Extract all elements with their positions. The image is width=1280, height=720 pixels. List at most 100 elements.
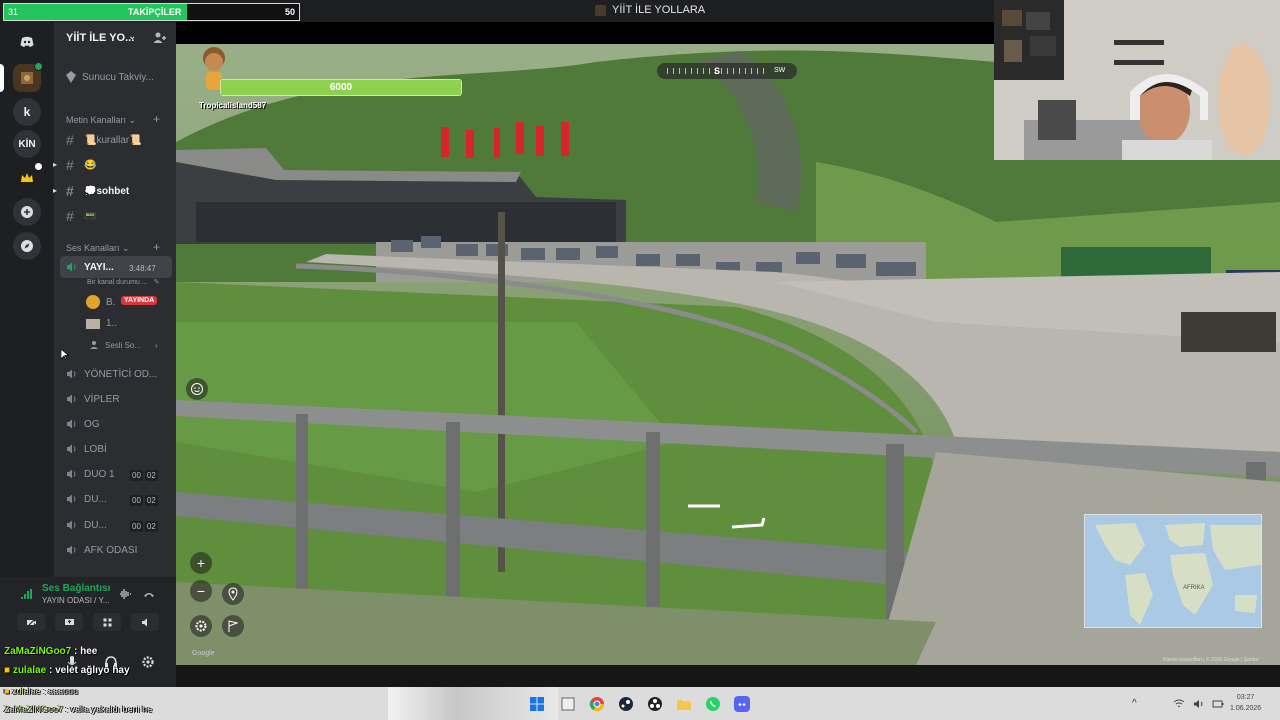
signal-icon[interactable] [20, 587, 34, 601]
server-name[interactable]: YİİT İLE YO... [66, 32, 134, 44]
voice-channel-item[interactable]: DU... [66, 519, 107, 531]
server-kin-button[interactable]: KİN [13, 130, 41, 158]
window-title-text: YİİT İLE YOLLARA [612, 4, 706, 16]
voice-channel-label: OG [84, 418, 100, 430]
explore-button[interactable] [13, 232, 41, 260]
windows-start-icon[interactable] [529, 696, 545, 712]
voice-channel-label: LOBİ [84, 443, 107, 455]
voice-user-2[interactable]: 1.. [86, 318, 117, 329]
player-name: Tropicalisland587 [199, 101, 267, 110]
follower-current: 31 [8, 7, 19, 17]
server-avatar-button[interactable] [13, 62, 43, 92]
discord-taskbar-icon[interactable] [734, 696, 750, 712]
hash-icon: # [66, 157, 74, 173]
zoom-in-button[interactable]: + [190, 552, 212, 574]
location-button[interactable] [222, 583, 244, 605]
chevron-down-icon[interactable]: ⌄ [128, 31, 136, 42]
battery-icon[interactable] [1212, 699, 1224, 709]
voice-user-name: 1.. [106, 318, 118, 329]
voice-connected-channel[interactable]: YAYIN ODASI / Y... [42, 596, 109, 605]
settings-button[interactable] [190, 615, 212, 637]
channel-item-emoji[interactable]: # 😂 [66, 157, 96, 173]
channel-sidebar: YİİT İLE YO... ⌄ Sunucu Takviy... Metin … [53, 22, 176, 577]
channel-item-rules[interactable]: # 📜kurallar📜 [66, 132, 142, 148]
voice-channel-active[interactable]: YAYI... [66, 261, 114, 273]
activities-button[interactable] [93, 613, 121, 631]
voice-channel-item[interactable]: YÖNETİCİ OD... [66, 368, 157, 380]
zoom-out-button[interactable]: − [190, 580, 212, 602]
crown-server-button[interactable] [13, 162, 43, 192]
voice-channel-label: YÖNETİCİ OD... [84, 368, 158, 380]
voice-category-label[interactable]: Ses Kanalları ⌄ [66, 243, 130, 254]
chrome-icon[interactable] [589, 696, 605, 712]
server-k-label: k [23, 105, 31, 119]
voice-user-1[interactable]: B. [86, 295, 115, 309]
windows-taskbar [0, 687, 1280, 720]
voice-user-name: B. [106, 296, 116, 308]
soundboard-button[interactable] [131, 613, 159, 631]
channel-status[interactable]: Bir kanal durumu ... ✎ [87, 278, 160, 287]
folder-icon[interactable] [676, 696, 692, 712]
add-server-button[interactable] [13, 198, 41, 226]
screen-share-button[interactable] [55, 613, 83, 631]
user-limit-badge: 00 02 [130, 470, 158, 481]
flag-button[interactable] [222, 615, 244, 637]
tray-chevron-icon[interactable]: ^ [1132, 698, 1137, 709]
invite-user-icon[interactable] [152, 30, 168, 46]
voice-channel-label: DU... [84, 493, 107, 505]
boost-gem-icon [66, 71, 76, 83]
chat-username: ZaMaZiNGoo7 [4, 704, 64, 714]
channel-label: 💭sohbet [84, 185, 130, 197]
minimap[interactable]: AFRIKA [1084, 514, 1262, 628]
obs-icon[interactable] [647, 696, 663, 712]
text-category-text: Metin Kanalları [66, 115, 127, 125]
chat-text: : velet ağlıyo hay [46, 665, 130, 676]
speaker-icon [67, 369, 76, 379]
file-explorer-icon[interactable] [560, 696, 576, 712]
wifi-icon[interactable] [1173, 699, 1185, 709]
flag-icon [228, 620, 239, 632]
active-server-indicator [0, 64, 4, 92]
stream-speaker-icon [67, 262, 76, 272]
user-count: 00 [130, 470, 143, 481]
chat-message: ■ zulalae : aaauuu [4, 686, 78, 696]
user-settings-gear-icon[interactable] [141, 655, 155, 669]
disconnect-icon[interactable] [142, 587, 156, 601]
channel-item-sohbet[interactable]: # 💭sohbet [66, 183, 129, 199]
noise-suppression-icon[interactable] [118, 587, 132, 601]
channel-item-pager[interactable]: # 📟 [66, 208, 96, 224]
app-icon [595, 4, 606, 16]
chat-text: : hee [71, 646, 98, 657]
compass-direction: S [714, 66, 721, 76]
server-boost-item[interactable]: Sunucu Takviy... [66, 71, 154, 83]
pencil-icon: ✎ [153, 279, 160, 286]
voice-connected-title[interactable]: Ses Bağlantısı [42, 583, 110, 594]
discord-home-icon [20, 36, 34, 47]
discord-home-button[interactable] [13, 28, 41, 56]
text-category-label[interactable]: Metin Kanalları ⌄ [66, 115, 136, 126]
speaker-icon [67, 394, 76, 404]
voice-channel-label: YAYI... [84, 261, 114, 273]
camera-button[interactable] [17, 613, 45, 631]
volume-icon[interactable] [1193, 699, 1205, 709]
speaker-icon [67, 444, 76, 454]
taskbar-clock[interactable]: 03:27 1.06.2026 [1230, 692, 1261, 714]
chat-username: zulalae [11, 686, 41, 696]
soundboard-item[interactable]: Sesli So... › [89, 340, 158, 350]
voice-channel-item[interactable]: LOBİ [66, 443, 107, 455]
voice-channel-item[interactable]: DU... [66, 493, 107, 505]
voice-channel-item[interactable]: DUO 1 [66, 468, 115, 480]
voice-channel-item[interactable]: VİPLER [66, 393, 120, 405]
add-text-channel-icon[interactable]: + [153, 112, 160, 126]
emoji-button[interactable] [186, 378, 208, 400]
whatsapp-icon[interactable] [705, 696, 721, 712]
voice-channel-item[interactable]: AFK ODASI [66, 544, 137, 556]
voice-channel-item[interactable]: OG [66, 418, 100, 430]
steam-icon[interactable] [618, 696, 634, 712]
camera-off-icon [26, 617, 36, 627]
add-voice-channel-icon[interactable]: + [153, 240, 160, 254]
follower-goal-target: 50 [284, 7, 295, 17]
speaker-icon [67, 494, 76, 504]
server-k-button[interactable]: k [13, 98, 41, 126]
health-value: 6000 [329, 82, 353, 93]
